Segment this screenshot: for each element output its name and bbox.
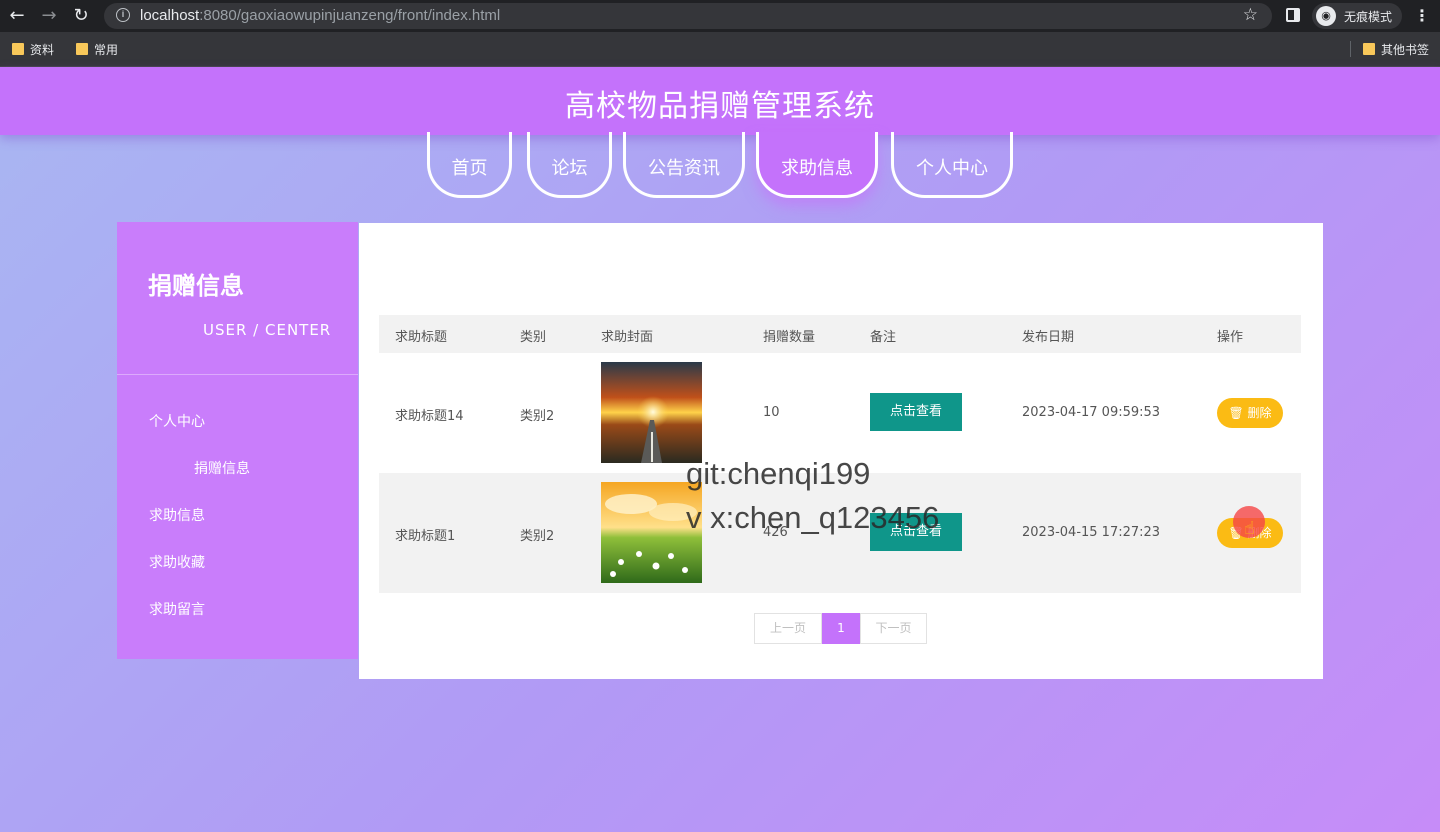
- sidebar: 捐赠信息 USER / CENTER 个人中心 捐赠信息 求助信息 求助收藏 求…: [117, 222, 358, 659]
- folder-icon: [1363, 43, 1375, 55]
- nav-tab-forum[interactable]: 论坛: [527, 132, 612, 198]
- sidebar-item-help-messages[interactable]: 求助留言: [149, 599, 205, 619]
- sidebar-item-help-info[interactable]: 求助信息: [149, 505, 205, 525]
- incognito-badge[interactable]: ◉ 无痕模式: [1312, 3, 1402, 29]
- column-header-category: 类别: [520, 330, 547, 345]
- folder-icon: [76, 43, 88, 55]
- sidebar-subtitle: USER / CENTER: [203, 321, 332, 339]
- table-row: 求助标题14 类别2 10 点击查看 2023-04-17 09:59:53 🗑…: [379, 353, 1301, 473]
- bookmarks-bar: 资料 常用 其他书签: [0, 32, 1440, 67]
- folder-icon: [12, 43, 24, 55]
- sidebar-title: 捐赠信息: [148, 272, 244, 300]
- sidebar-item-donation-info[interactable]: 捐赠信息: [194, 458, 250, 478]
- nav-tab-news[interactable]: 公告资讯: [623, 132, 745, 198]
- cell-category: 类别2: [520, 529, 555, 544]
- cell-title: 求助标题1: [395, 529, 456, 544]
- address-bar[interactable]: i localhost:8080/gaoxiaowupinjuanzeng/fr…: [104, 3, 1272, 29]
- bookmark-star-icon[interactable]: ☆: [1243, 5, 1258, 25]
- main-panel: 求助标题 类别 求助封面 捐赠数量 备注 发布日期 操作 求助标题14 类别2: [359, 223, 1323, 679]
- column-header-note: 备注: [870, 330, 897, 345]
- column-header-action: 操作: [1217, 330, 1244, 345]
- table-header: 求助标题 类别 求助封面 捐赠数量 备注 发布日期 操作: [379, 315, 1301, 353]
- reload-icon[interactable]: ↻: [70, 5, 92, 27]
- watermark-text: git:chenqi199: [686, 456, 871, 491]
- column-header-title: 求助标题: [395, 330, 448, 345]
- bookmark-folder-ziliao[interactable]: 资料: [12, 40, 54, 58]
- info-icon[interactable]: i: [116, 8, 130, 22]
- trash-icon: 🗑: [1228, 406, 1248, 420]
- cell-date: 2023-04-17 09:59:53: [1022, 405, 1161, 420]
- cell-title: 求助标题14: [395, 409, 464, 424]
- cell-quantity: 10: [763, 405, 780, 420]
- column-header-cover: 求助封面: [601, 330, 654, 345]
- incognito-label: 无痕模式: [1344, 10, 1393, 24]
- incognito-icon: ◉: [1316, 6, 1336, 26]
- browser-toolbar: ← → ↻ i localhost:8080/gaoxiaowupinjuanz…: [0, 0, 1440, 32]
- sidebar-item-user-center[interactable]: 个人中心: [149, 411, 205, 431]
- url-text: localhost:8080/gaoxiaowupinjuanzeng/fron…: [140, 7, 501, 24]
- browser-menu-icon[interactable]: ⋮: [1414, 5, 1430, 27]
- pagination-prev[interactable]: 上一页: [754, 613, 822, 644]
- watermark-text: v x:chen_q123456: [686, 500, 940, 535]
- cell-category: 类别2: [520, 409, 555, 424]
- bookmark-separator: [1350, 41, 1351, 57]
- sidebar-divider: [117, 374, 358, 375]
- forward-icon[interactable]: →: [38, 5, 60, 27]
- site-header: 高校物品捐赠管理系统: [0, 67, 1440, 135]
- sidebar-item-help-favorites[interactable]: 求助收藏: [149, 552, 205, 572]
- side-panel-icon[interactable]: [1286, 8, 1300, 22]
- pagination-page[interactable]: 1: [822, 613, 860, 644]
- pagination-next[interactable]: 下一页: [860, 613, 927, 644]
- view-note-button[interactable]: 点击查看: [870, 393, 962, 431]
- cell-date: 2023-04-15 17:27:23: [1022, 525, 1161, 540]
- site-title: 高校物品捐赠管理系统: [565, 89, 875, 124]
- back-icon[interactable]: ←: [6, 5, 28, 27]
- column-header-date: 发布日期: [1022, 330, 1075, 345]
- hand-cursor-icon: ☝: [1244, 518, 1255, 539]
- bookmark-folder-changyong[interactable]: 常用: [76, 40, 118, 58]
- delete-button[interactable]: 🗑 删除: [1217, 398, 1283, 428]
- sunset-road-image: [601, 362, 702, 463]
- column-header-quantity: 捐赠数量: [763, 330, 816, 345]
- nav-tab-help-info[interactable]: 求助信息: [756, 132, 878, 198]
- bookmark-folder-other[interactable]: 其他书签: [1363, 40, 1429, 58]
- nav-tab-user-center[interactable]: 个人中心: [891, 132, 1013, 198]
- nav-tab-home[interactable]: 首页: [427, 132, 512, 198]
